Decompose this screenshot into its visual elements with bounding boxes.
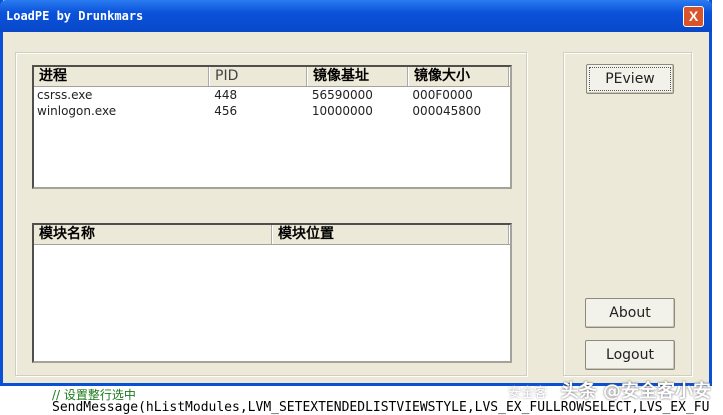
- process-image-base: 56590000: [311, 88, 373, 102]
- window-title: LoadPE by Drunkmars: [6, 9, 144, 23]
- table-row[interactable]: csrss.exe 448 56590000 000F0000: [34, 87, 510, 103]
- column-image-base[interactable]: 镜像基址: [308, 67, 409, 86]
- close-button[interactable]: X: [683, 6, 704, 27]
- process-pid: 448: [214, 88, 238, 102]
- column-process[interactable]: 进程: [34, 67, 210, 86]
- process-list[interactable]: 进程 PID 镜像基址 镜像大小 csrss.exe 448 56590000 …: [32, 65, 512, 189]
- column-module-name[interactable]: 模块名称: [34, 225, 273, 244]
- column-module-location[interactable]: 模块位置: [273, 225, 510, 244]
- title-bar[interactable]: LoadPE by Drunkmars X: [0, 0, 712, 32]
- about-button[interactable]: About: [585, 298, 675, 328]
- watermark-faint: 安全客: [508, 386, 548, 401]
- process-image-size: 000F0000: [412, 88, 473, 102]
- peview-button[interactable]: PEview: [586, 64, 674, 94]
- logout-button[interactable]: Logout: [585, 340, 675, 370]
- process-image-base: 10000000: [311, 104, 373, 118]
- table-row[interactable]: winlogon.exe 456 10000000 000045800: [34, 103, 510, 119]
- process-name: csrss.exe: [37, 88, 93, 102]
- module-list-header: 模块名称 模块位置: [34, 225, 510, 245]
- column-pid[interactable]: PID: [210, 67, 308, 86]
- column-image-size[interactable]: 镜像大小: [409, 67, 510, 86]
- module-list[interactable]: 模块名称 模块位置: [32, 223, 512, 363]
- process-list-header: 进程 PID 镜像基址 镜像大小: [34, 67, 510, 87]
- watermark: 头条 @安全客小安: [560, 381, 711, 402]
- process-name: winlogon.exe: [37, 104, 117, 118]
- process-pid: 456: [214, 104, 238, 118]
- process-image-size: 000045800: [412, 104, 482, 118]
